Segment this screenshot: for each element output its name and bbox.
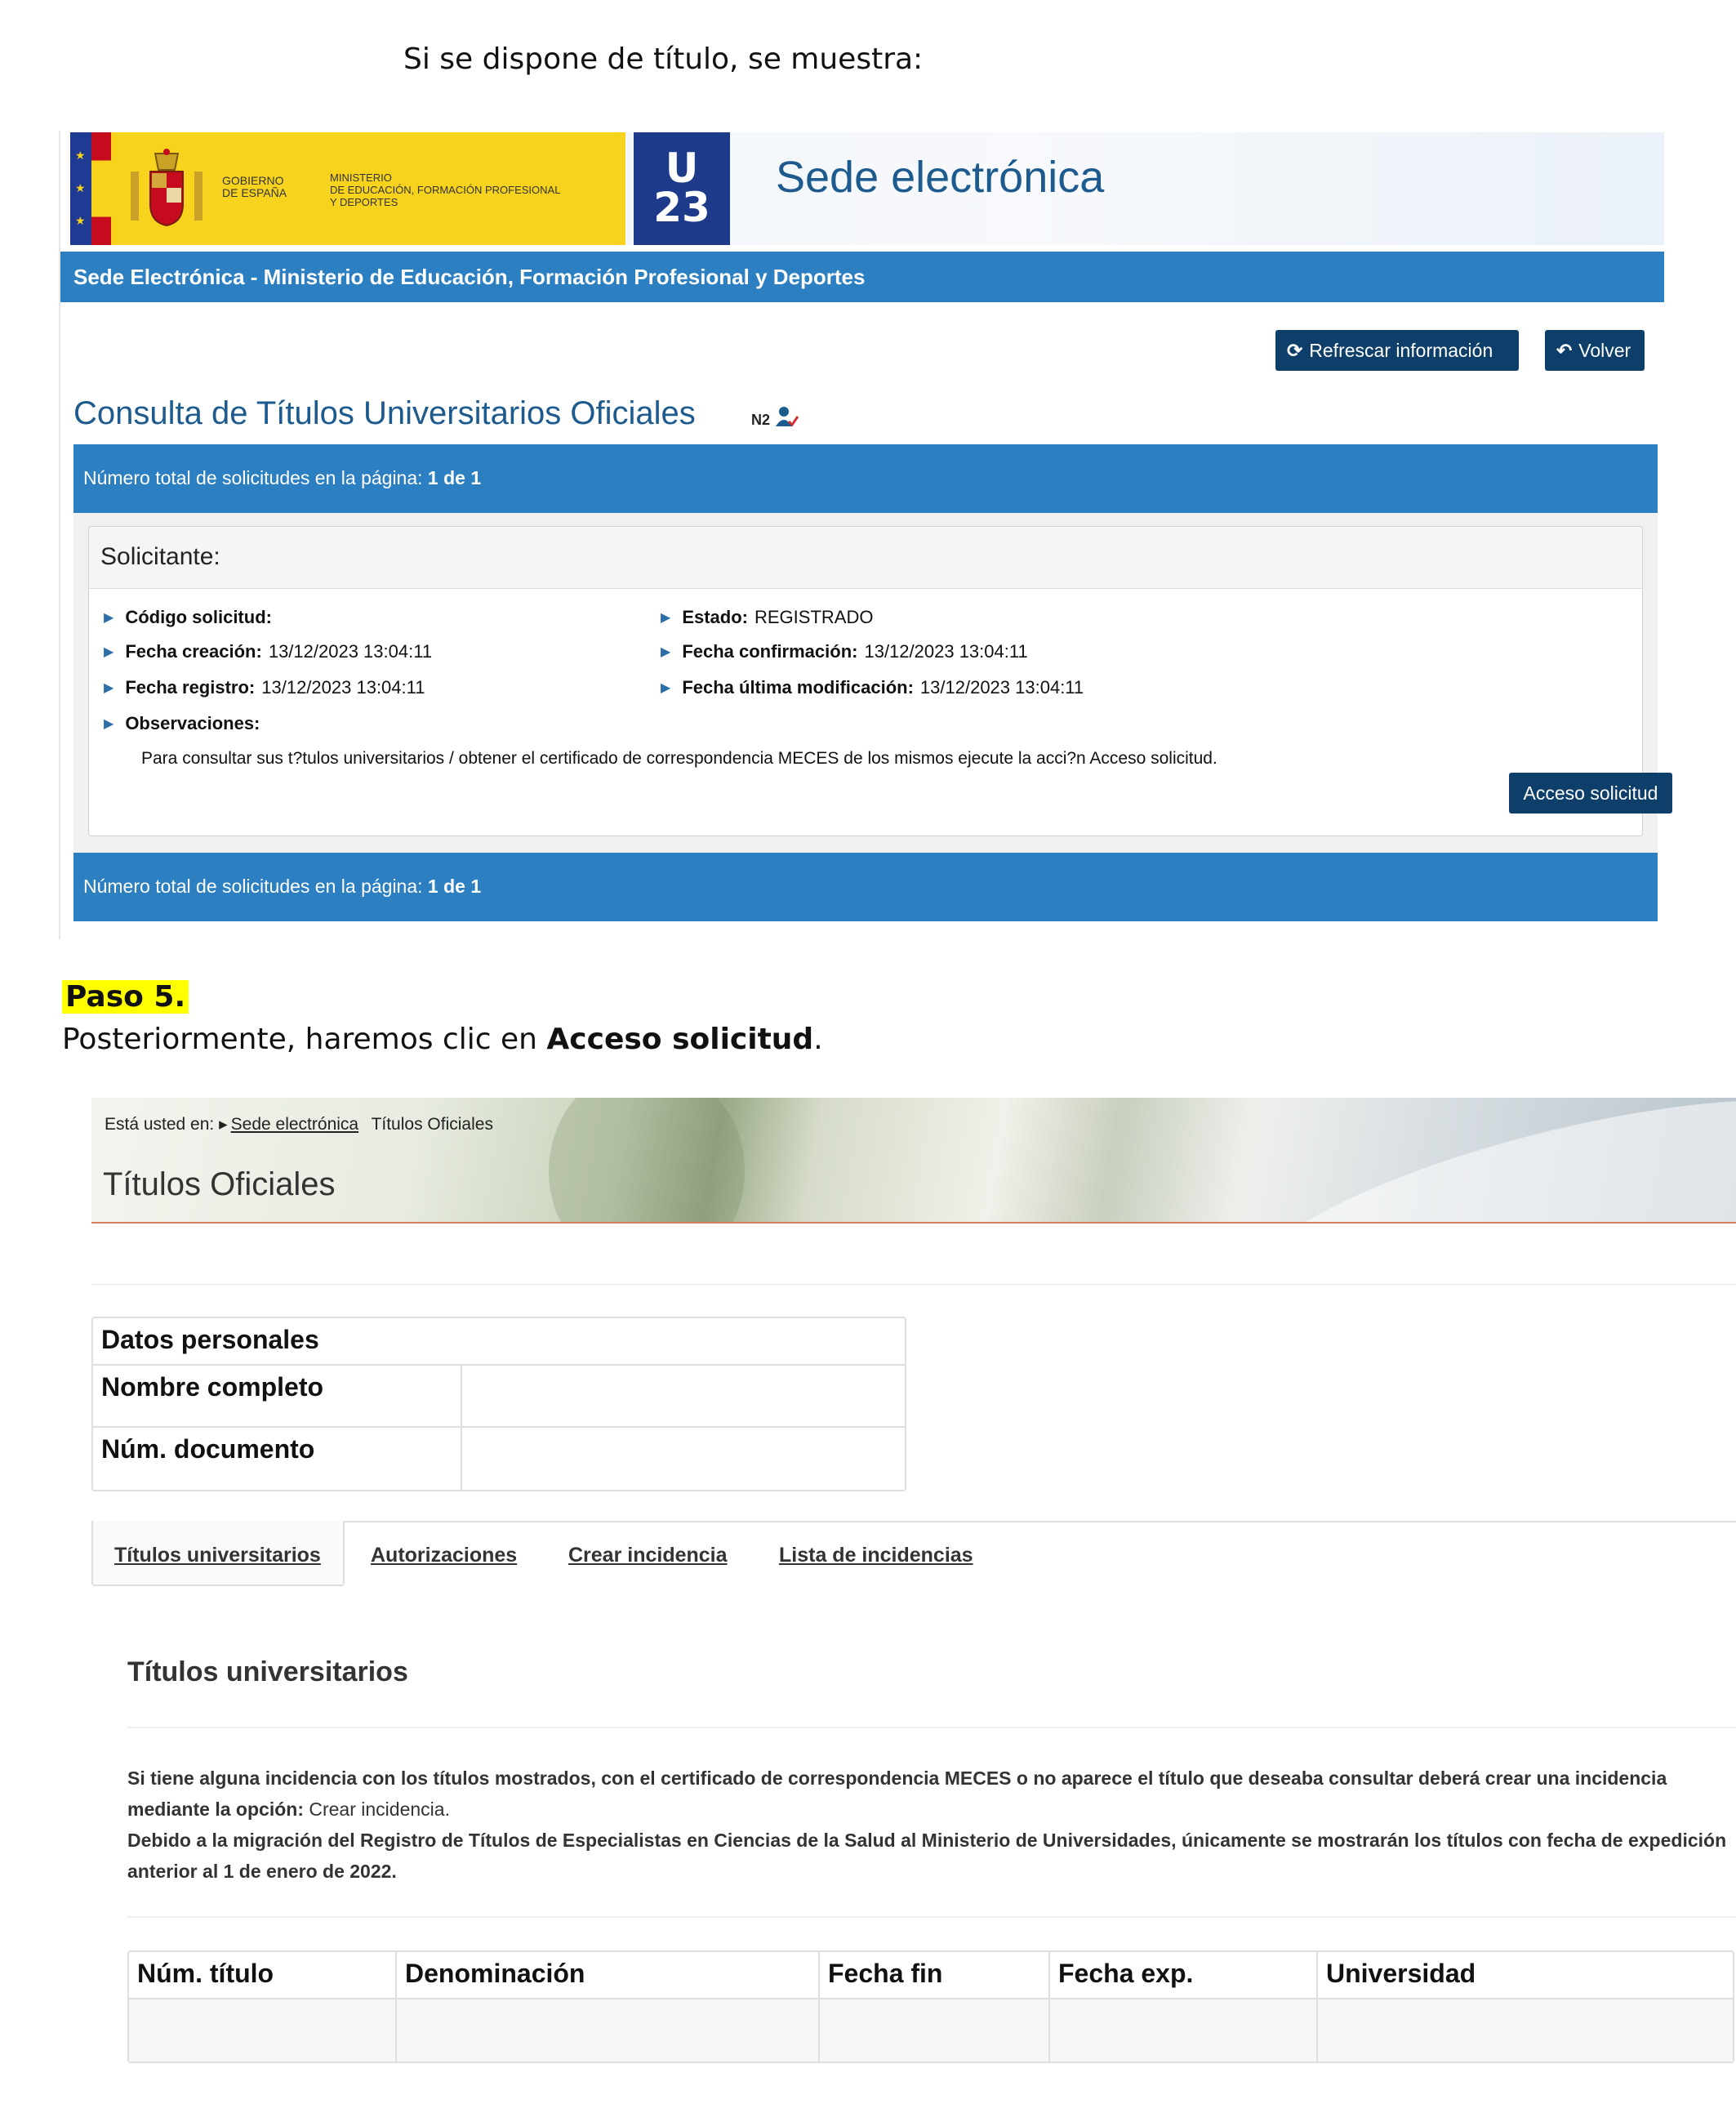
bullet-icon: ▶ (104, 645, 114, 659)
request-panel: Solicitante: ▶ Código solicitud: ▶ Estado:… (88, 526, 1643, 836)
ministerio-text: MINISTERIO DE EDUCACIÓN, FORMACIÓN PROFE… (330, 172, 561, 208)
bullet-icon: ▶ (104, 611, 114, 625)
table-cell (129, 1999, 397, 2062)
ministry-bar: Sede Electrónica - Ministerio de Educaci… (60, 252, 1664, 302)
breadcrumb-link-sede[interactable]: Sede electrónica (231, 1115, 358, 1134)
coat-of-arms-icon (131, 149, 203, 227)
u23-logo: U 23 (634, 132, 730, 245)
breadcrumb-current: Títulos Oficiales (371, 1115, 493, 1134)
gobierno-text: GOBIERNO DE ESPAÑA (222, 174, 287, 199)
breadcrumb: Está usted en: ▸ Sede electrónica Títulos… (105, 1115, 493, 1134)
page-title: Consulta de Títulos Universitarios Ofici… (73, 395, 696, 431)
table-cell (1050, 1999, 1318, 2062)
intro-text: Si se dispone de título, se muestra: (403, 42, 924, 76)
col-denominacion: Denominación (397, 1952, 820, 1999)
field-codigo: ▶ Código solicitud: (104, 607, 272, 627)
titulos-screenshot: Está usted en: ▸ Sede electrónica Títulos… (91, 1098, 1736, 2104)
field-fecha-confirmacion: ▶ Fecha confirmación: 13/12/2023 13:04:11 (661, 641, 1028, 662)
tab-crear-incidencia[interactable]: Crear incidencia (568, 1544, 728, 1567)
field-observaciones: ▶ Observaciones: (104, 713, 260, 733)
site-title: Sede electrónica (776, 153, 1105, 202)
col-universidad: Universidad (1318, 1952, 1733, 1999)
site-banner: ★ ★ ★ GOBIERNO DE ESPAÑA MINISTERIO DE E (70, 132, 1664, 245)
info-text: Si tiene alguna incidencia con los títul… (127, 1767, 1727, 1882)
field-fecha-modificacion: ▶ Fecha última modificación: 13/12/2023 13… (661, 677, 1084, 698)
bullet-icon: ▶ (661, 611, 671, 625)
section-heading: Títulos universitarios (127, 1656, 408, 1687)
bullet-icon: ▶ (104, 717, 114, 731)
gobierno-logo[interactable]: ★ ★ ★ GOBIERNO DE ESPAÑA MINISTERIO DE E (70, 132, 625, 245)
back-button[interactable]: ↶ Volver (1545, 330, 1645, 371)
user-check-icon (776, 407, 799, 427)
personal-data-table: Datos personales Nombre completo Núm. do… (91, 1317, 906, 1491)
undo-icon: ↶ (1556, 340, 1573, 361)
bullet-icon: ▶ (661, 645, 671, 659)
col-fecha-fin: Fecha fin (820, 1952, 1050, 1999)
bullet-icon: ▶ (104, 681, 114, 695)
divider (91, 1284, 1736, 1285)
tab-autorizaciones[interactable]: Autorizaciones (371, 1544, 517, 1567)
eu-flag-icon: ★ ★ ★ (70, 132, 91, 245)
field-estado: ▶ Estado: REGISTRADO (661, 607, 874, 627)
observaciones-text: Para consultar sus t?tulos universitario… (141, 749, 1217, 768)
personal-data-header: Datos personales (101, 1325, 319, 1354)
spain-stripe (91, 132, 111, 245)
count-bar-top: Número total de solicitudes en la página… (73, 444, 1658, 513)
refresh-icon: ⟳ (1287, 340, 1303, 361)
field-fecha-registro: ▶ Fecha registro: 13/12/2023 13:04:11 (104, 677, 425, 698)
acceso-solicitud-button[interactable]: Acceso solicitud (1509, 773, 1672, 814)
table-cell (1318, 1999, 1733, 2062)
table-cell (820, 1999, 1050, 2062)
table-cell (397, 1999, 820, 2062)
nombre-label: Nombre completo (93, 1366, 462, 1426)
chevron-right-icon: ▸ (219, 1115, 228, 1134)
panel-title: Solicitante: (89, 527, 1642, 589)
count-bar-bottom: Número total de solicitudes en la página… (73, 853, 1658, 921)
documento-label: Núm. documento (93, 1428, 462, 1490)
divider (127, 1727, 1736, 1728)
field-fecha-creacion: ▶ Fecha creación: 13/12/2023 13:04:11 (104, 641, 433, 662)
step-instruction: Posteriormente, haremos clic en Acceso s… (62, 1023, 823, 1056)
tab-titulos-universitarios[interactable]: Títulos universitarios (114, 1544, 321, 1567)
bullet-icon: ▶ (661, 681, 671, 695)
col-num-titulo: Núm. título (129, 1952, 397, 1999)
step-label: Paso 5. (62, 980, 189, 1014)
request-panel-wrapper: Solicitante: ▶ Código solicitud: ▶ Estado:… (73, 513, 1672, 853)
titulos-table: Núm. título Denominación Fecha fin Fecha… (127, 1950, 1734, 2063)
col-fecha-exp: Fecha exp. (1050, 1952, 1318, 1999)
page-heading: Títulos Oficiales (103, 1166, 336, 1202)
sede-screenshot: ★ ★ ★ GOBIERNO DE ESPAÑA MINISTERIO DE E (59, 131, 1672, 939)
n2-badge: N2 (751, 412, 771, 428)
hero-banner: Está usted en: ▸ Sede electrónica Títulos… (91, 1098, 1736, 1224)
refresh-button[interactable]: ⟳ Refrescar información (1275, 330, 1519, 371)
divider (127, 1916, 1736, 1918)
tab-lista-incidencias[interactable]: Lista de incidencias (779, 1544, 973, 1567)
